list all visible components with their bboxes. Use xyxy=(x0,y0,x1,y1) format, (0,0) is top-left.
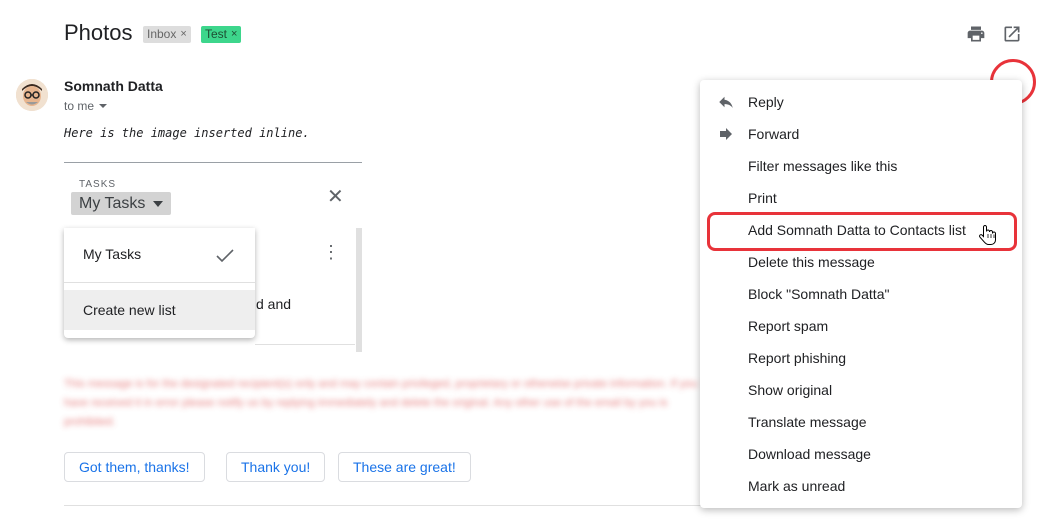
label-test-text: Test xyxy=(205,27,228,41)
close-icon[interactable]: ✕ xyxy=(327,184,344,209)
add-contact-highlight xyxy=(707,212,1017,251)
chevron-down-icon xyxy=(99,104,108,108)
menu-item-block[interactable]: Block "Somnath Datta" xyxy=(700,278,1022,310)
print-icon[interactable] xyxy=(966,24,986,44)
email-body-text: Here is the image inserted inline. xyxy=(64,126,310,140)
dropdown-item-label: Create new list xyxy=(83,302,176,318)
hand-cursor-icon xyxy=(979,224,996,245)
menu-item-show-original[interactable]: Show original xyxy=(700,374,1022,406)
divider xyxy=(64,505,704,506)
task-partial-text: d and xyxy=(256,296,292,312)
menu-item-label: Reply xyxy=(748,94,784,110)
menu-item-report-phishing[interactable]: Report phishing xyxy=(700,342,1022,374)
dropdown-item-my-tasks[interactable]: My Tasks xyxy=(64,234,255,274)
menu-item-label: Delete this message xyxy=(748,254,875,270)
divider xyxy=(255,344,355,345)
dropdown-arrow-icon xyxy=(153,200,164,207)
smart-reply-button[interactable]: These are great! xyxy=(338,452,471,482)
task-list-selector[interactable]: My Tasks xyxy=(71,192,172,215)
label-inbox[interactable]: Inbox × xyxy=(143,26,191,43)
label-inbox-text: Inbox xyxy=(147,27,177,41)
task-list-selected: My Tasks xyxy=(79,194,146,212)
menu-item-label: Block "Somnath Datta" xyxy=(748,286,890,302)
menu-item-print[interactable]: Print xyxy=(700,182,1022,214)
menu-item-label: Report spam xyxy=(748,318,829,334)
menu-item-label: Filter messages like this xyxy=(748,158,898,174)
remove-label-icon[interactable]: × xyxy=(180,26,186,43)
remove-label-icon[interactable]: × xyxy=(231,26,237,43)
more-vert-icon[interactable]: ⋮ xyxy=(322,242,340,263)
menu-item-label: Translate message xyxy=(748,414,867,430)
task-card xyxy=(253,228,362,352)
menu-item-forward[interactable]: Forward xyxy=(700,118,1022,150)
menu-item-label: Show original xyxy=(748,382,833,398)
menu-item-label: Forward xyxy=(748,126,800,142)
checkmark-icon xyxy=(216,249,234,263)
recipient-details-toggle[interactable]: to me xyxy=(64,99,108,113)
menu-item-filter[interactable]: Filter messages like this xyxy=(700,150,1022,182)
smart-reply-button[interactable]: Thank you! xyxy=(226,452,326,482)
menu-item-download[interactable]: Download message xyxy=(700,438,1022,470)
menu-item-translate[interactable]: Translate message xyxy=(700,406,1022,438)
menu-item-label: Download message xyxy=(748,446,871,462)
dropdown-item-create-new-list[interactable]: Create new list xyxy=(64,290,255,330)
dropdown-item-label: My Tasks xyxy=(83,246,142,262)
blurred-disclaimer: This message is for the designated recip… xyxy=(64,378,698,428)
label-test[interactable]: Test × xyxy=(201,26,242,43)
menu-item-label: Print xyxy=(748,190,777,206)
sender-name: Somnath Datta xyxy=(64,78,163,94)
tasks-caption: TASKS xyxy=(79,179,117,190)
forward-icon xyxy=(720,128,732,140)
email-subject: Photos xyxy=(64,20,133,45)
recipient-text: to me xyxy=(64,99,95,113)
divider xyxy=(64,282,255,283)
task-list-dropdown: My Tasks Create new list xyxy=(64,228,255,338)
open-in-new-window-icon[interactable] xyxy=(1002,24,1022,44)
reply-icon xyxy=(719,96,733,108)
menu-item-label: Mark as unread xyxy=(748,478,846,494)
smart-reply-button[interactable]: Got them, thanks! xyxy=(64,452,205,482)
message-options-menu: Reply Forward Filter messages like this … xyxy=(700,80,1022,508)
menu-item-reply[interactable]: Reply xyxy=(700,86,1022,118)
divider xyxy=(64,162,362,163)
menu-item-label: Report phishing xyxy=(748,350,847,366)
avatar-illustration xyxy=(16,79,48,111)
menu-item-mark-unread[interactable]: Mark as unread xyxy=(700,470,1022,502)
menu-item-report-spam[interactable]: Report spam xyxy=(700,310,1022,342)
avatar xyxy=(16,79,48,111)
